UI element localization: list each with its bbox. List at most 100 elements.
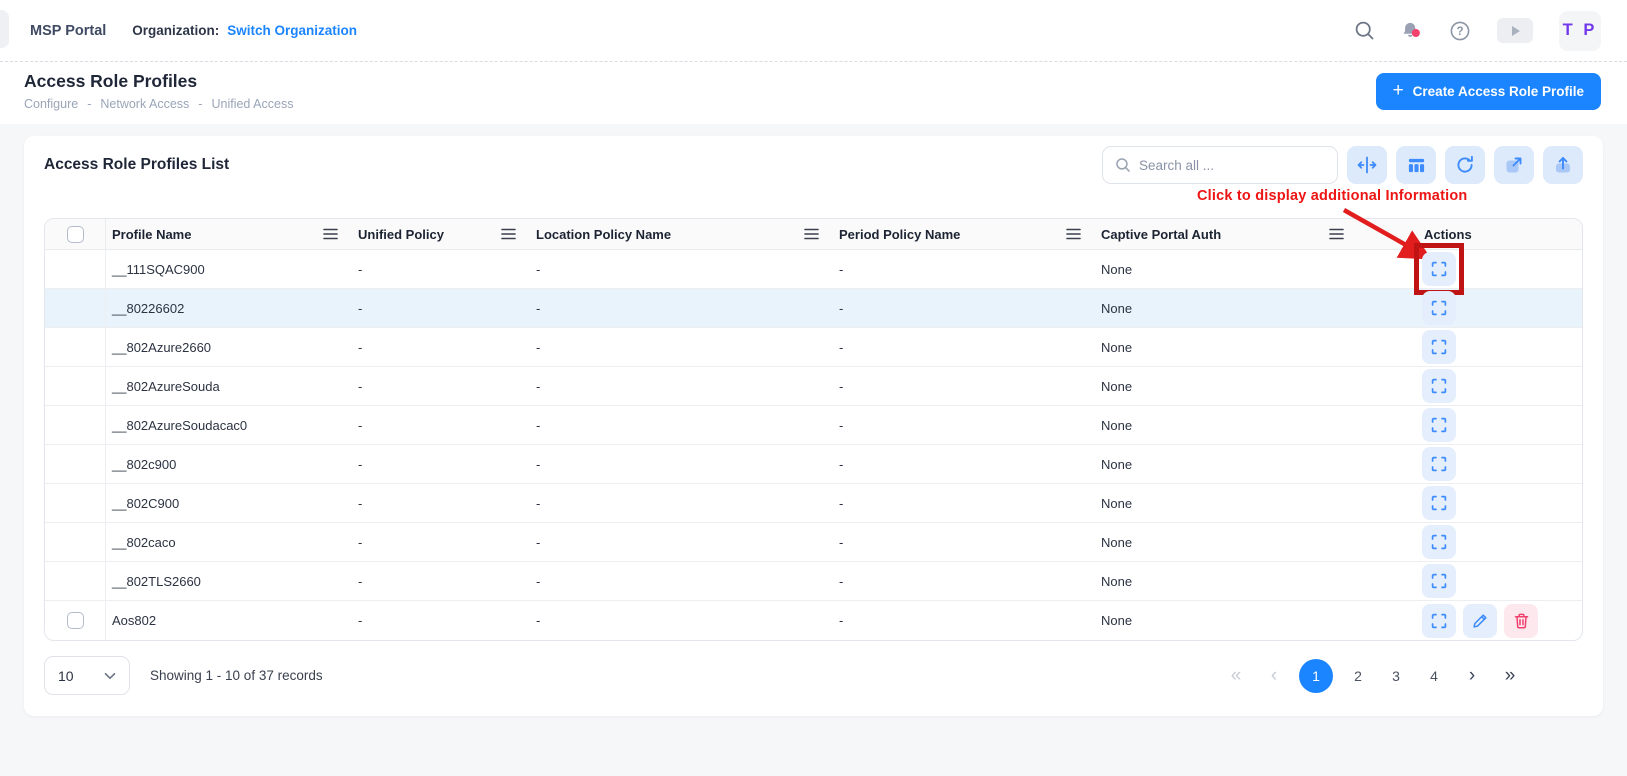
expand-details-button[interactable]: [1422, 564, 1456, 598]
column-menu-icon[interactable]: [501, 228, 516, 240]
expand-details-button[interactable]: [1422, 486, 1456, 520]
table-header-row: Profile Name Unified Policy Location Pol…: [45, 219, 1582, 250]
sidebar-edge-tab[interactable]: [0, 10, 9, 48]
expand-icon: [1431, 378, 1447, 394]
page-size-select[interactable]: 10: [44, 656, 130, 695]
column-header-period-policy[interactable]: Period Policy Name: [839, 227, 1081, 242]
profile-name-cell: __111SQAC900: [106, 250, 352, 289]
columns-settings-button[interactable]: [1396, 146, 1436, 184]
expand-details-button[interactable]: [1422, 525, 1456, 559]
unified-policy-cell: -: [352, 484, 530, 523]
profile-name-cell: __802c900: [106, 445, 352, 484]
captive-portal-auth-cell: None: [1095, 289, 1358, 328]
row-checkbox[interactable]: [67, 612, 84, 629]
search-all-input[interactable]: [1139, 158, 1325, 173]
external-link-icon: [1504, 155, 1524, 175]
expand-details-button[interactable]: [1422, 369, 1456, 403]
expand-icon: [1431, 300, 1447, 316]
notifications-bell-icon[interactable]: [1401, 20, 1423, 42]
table-row[interactable]: __802AzureSouda - - - None: [45, 367, 1582, 406]
table-row[interactable]: __802Azure2660 - - - None: [45, 328, 1582, 367]
column-resize-button[interactable]: [1347, 146, 1387, 184]
unified-policy-cell: -: [352, 562, 530, 601]
upload-icon: [1553, 155, 1573, 175]
breadcrumb-separator: -: [198, 97, 202, 111]
unified-policy-cell: -: [352, 406, 530, 445]
svg-text:?: ?: [1456, 26, 1463, 38]
location-policy-cell: -: [530, 328, 833, 367]
period-policy-cell: -: [833, 601, 1095, 640]
location-policy-cell: -: [530, 562, 833, 601]
table-search-box[interactable]: [1102, 146, 1338, 184]
breadcrumb-item-configure[interactable]: Configure: [24, 97, 78, 111]
expand-details-button[interactable]: [1422, 604, 1456, 638]
table-row[interactable]: __80226602 - - - None: [45, 289, 1582, 328]
breadcrumb-item-network-access[interactable]: Network Access: [100, 97, 189, 111]
profile-name-cell: __802AzureSouda: [106, 367, 352, 406]
period-policy-cell: -: [833, 523, 1095, 562]
create-access-role-profile-button[interactable]: + Create Access Role Profile: [1376, 73, 1601, 110]
expand-details-button[interactable]: [1422, 408, 1456, 442]
period-policy-cell: -: [833, 445, 1095, 484]
page-4-button[interactable]: 4: [1421, 659, 1447, 693]
unified-policy-cell: -: [352, 367, 530, 406]
column-header-location-policy[interactable]: Location Policy Name: [536, 227, 819, 242]
unified-policy-cell: -: [352, 250, 530, 289]
help-icon[interactable]: ?: [1449, 20, 1471, 42]
open-external-button[interactable]: [1494, 146, 1534, 184]
expand-details-button[interactable]: [1422, 447, 1456, 481]
breadcrumb-item-unified-access[interactable]: Unified Access: [211, 97, 293, 111]
table-row[interactable]: __802TLS2660 - - - None: [45, 562, 1582, 601]
plus-icon: +: [1393, 81, 1404, 100]
location-policy-cell: -: [530, 601, 833, 640]
expand-details-button[interactable]: [1422, 330, 1456, 364]
video-tutorial-icon[interactable]: [1497, 18, 1533, 43]
expand-details-button[interactable]: [1422, 291, 1456, 325]
column-header-actions: Actions: [1424, 227, 1472, 242]
captive-portal-auth-cell: None: [1095, 601, 1358, 640]
export-upload-button[interactable]: [1543, 146, 1583, 184]
table-row[interactable]: __802AzureSoudacac0 - - - None: [45, 406, 1582, 445]
column-menu-icon[interactable]: [1066, 228, 1081, 240]
expand-details-button[interactable]: [1422, 252, 1456, 286]
table-row[interactable]: Aos802 - - - None: [45, 601, 1582, 640]
refresh-button[interactable]: [1445, 146, 1485, 184]
table-row[interactable]: __802c900 - - - None: [45, 445, 1582, 484]
column-header-unified-policy[interactable]: Unified Policy: [358, 227, 516, 242]
select-all-checkbox[interactable]: [67, 226, 84, 243]
column-menu-icon[interactable]: [323, 228, 338, 240]
records-count-text: Showing 1 - 10 of 37 records: [150, 668, 323, 683]
page-2-button[interactable]: 2: [1345, 659, 1371, 693]
captive-portal-auth-cell: None: [1095, 328, 1358, 367]
captive-portal-auth-cell: None: [1095, 406, 1358, 445]
delete-button[interactable]: [1504, 604, 1538, 638]
access-role-profiles-card: Access Role Profiles List: [24, 136, 1603, 716]
column-header-profile-name[interactable]: Profile Name: [112, 227, 338, 242]
column-menu-icon[interactable]: [1329, 228, 1344, 240]
switch-organization-link[interactable]: Switch Organization: [227, 23, 357, 38]
next-page-button[interactable]: ›: [1459, 659, 1485, 693]
column-menu-icon[interactable]: [804, 228, 819, 240]
list-title: Access Role Profiles List: [44, 156, 229, 174]
first-page-button[interactable]: «: [1223, 659, 1249, 693]
pencil-icon: [1472, 613, 1488, 629]
column-resize-icon: [1357, 155, 1377, 175]
edit-button[interactable]: [1463, 604, 1497, 638]
profile-name-cell: __802Azure2660: [106, 328, 352, 367]
page-3-button[interactable]: 3: [1383, 659, 1409, 693]
unified-policy-cell: -: [352, 445, 530, 484]
table-row[interactable]: __111SQAC900 - - - None: [45, 250, 1582, 289]
refresh-icon: [1455, 155, 1475, 175]
columns-icon: [1407, 156, 1426, 175]
table-row[interactable]: __802C900 - - - None: [45, 484, 1582, 523]
profile-name-cell: __80226602: [106, 289, 352, 328]
trash-icon: [1514, 613, 1529, 629]
user-avatar[interactable]: T P: [1559, 11, 1601, 51]
last-page-button[interactable]: »: [1497, 659, 1523, 693]
previous-page-button[interactable]: ‹: [1261, 659, 1287, 693]
search-icon[interactable]: [1353, 20, 1375, 42]
page-1-button[interactable]: 1: [1299, 659, 1333, 693]
table-row[interactable]: __802caco - - - None: [45, 523, 1582, 562]
location-policy-cell: -: [530, 523, 833, 562]
column-header-captive-portal-auth[interactable]: Captive Portal Auth: [1101, 227, 1344, 242]
